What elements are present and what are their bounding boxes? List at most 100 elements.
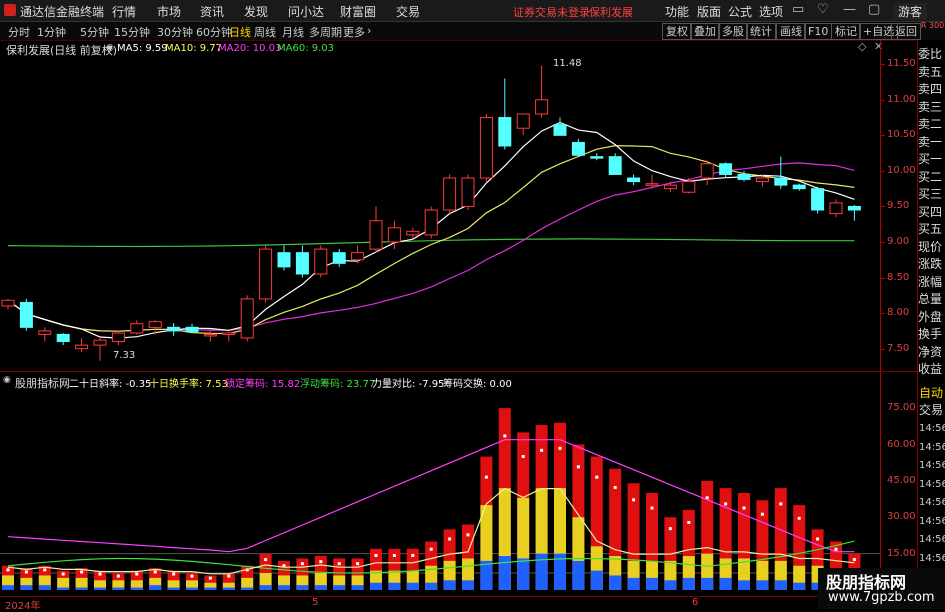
tool-draw[interactable]: 画线 bbox=[776, 23, 806, 40]
x-axis-june: 6 bbox=[692, 597, 699, 608]
candle-down bbox=[167, 326, 181, 332]
guest-label[interactable]: 游客 bbox=[893, 3, 928, 20]
indicator-bar-blue bbox=[57, 587, 70, 590]
period-60min[interactable]: 60分钟 bbox=[196, 24, 232, 40]
tool-overlay[interactable]: 叠加 bbox=[690, 23, 720, 40]
tool-back[interactable]: 返回 bbox=[891, 23, 921, 40]
menu-wealth[interactable]: 财富圈 bbox=[340, 3, 376, 20]
side-label: 涨幅 bbox=[918, 274, 943, 289]
side-label: 委比 bbox=[918, 47, 943, 61]
indicator-bar-blue bbox=[627, 577, 640, 590]
restore-icon[interactable]: ▭ bbox=[792, 2, 804, 17]
tool-multi-stock[interactable]: 多股 bbox=[718, 23, 748, 40]
side-label: 买一 bbox=[918, 152, 943, 166]
indicator-dot bbox=[153, 570, 157, 574]
candle-down bbox=[608, 156, 622, 175]
indicator-dot bbox=[392, 553, 396, 557]
side-label: 买二 bbox=[918, 169, 943, 184]
indicator-dot bbox=[6, 568, 10, 572]
indicator-dot bbox=[24, 570, 28, 574]
menu-market[interactable]: 市场 bbox=[157, 3, 181, 20]
candle-down bbox=[719, 163, 733, 175]
menu-quotes[interactable]: 行情 bbox=[112, 3, 136, 20]
period-daily[interactable]: 日线 bbox=[229, 24, 251, 40]
price-axis-tick: 8.00 bbox=[887, 307, 910, 319]
indicator-dot bbox=[356, 562, 360, 566]
candle-up bbox=[516, 113, 530, 129]
menu-bar: 通达信金融终端 行情 市场 资讯 发现 问小达 财富圈 交易 证券交易未登录 保… bbox=[0, 0, 945, 22]
menu-function[interactable]: 功能 bbox=[665, 3, 689, 20]
side-label: 买三 bbox=[918, 187, 943, 201]
period-multi[interactable]: 多周期 bbox=[309, 24, 342, 40]
period-monthly[interactable]: 月线 bbox=[282, 24, 304, 40]
price-axis-tick: 11.00 bbox=[887, 93, 916, 105]
stock-link[interactable]: 保利发展 bbox=[589, 4, 633, 20]
period-more[interactable]: 更多 bbox=[343, 24, 365, 40]
tool-mark[interactable]: 标记 bbox=[831, 23, 861, 40]
indicator-dot bbox=[503, 434, 507, 438]
login-warning[interactable]: 证券交易未登录 bbox=[513, 4, 590, 20]
indicator-bar-blue bbox=[701, 577, 714, 590]
candle-up bbox=[240, 298, 254, 339]
menu-options[interactable]: 选项 bbox=[759, 3, 783, 20]
candle-up bbox=[443, 177, 457, 211]
price-axis-tick: 11.50 bbox=[887, 58, 916, 70]
side-label: 收益 bbox=[918, 362, 943, 376]
indicator-bar-blue bbox=[351, 585, 364, 590]
candle-down bbox=[498, 117, 512, 147]
period-intraday[interactable]: 分时 bbox=[8, 24, 30, 40]
turnover-label: 十日换手率: 7.53 bbox=[149, 379, 228, 390]
candle-up bbox=[38, 330, 52, 335]
period-toolbar: 分时 1分钟 5分钟 15分钟 30分钟 60分钟 日线 周线 月线 多周期 更… bbox=[0, 21, 945, 41]
indicator-chart[interactable] bbox=[0, 390, 880, 596]
period-weekly[interactable]: 周线 bbox=[254, 24, 276, 40]
low-price-label: 7.33 bbox=[113, 350, 136, 361]
period-30min[interactable]: 30分钟 bbox=[157, 24, 193, 40]
period-1min[interactable]: 1分钟 bbox=[37, 24, 66, 40]
power-ratio-label: 力量对比: -7.95 bbox=[372, 379, 445, 390]
indicator-dot bbox=[448, 537, 452, 541]
candle-up bbox=[645, 183, 659, 186]
minimize-icon[interactable]: — bbox=[843, 2, 856, 17]
candle-up bbox=[148, 321, 162, 328]
side-label: 换手 bbox=[918, 327, 943, 341]
candle-up bbox=[663, 184, 677, 190]
price-chart[interactable] bbox=[0, 40, 880, 370]
chevron-right-icon[interactable]: › bbox=[367, 24, 371, 37]
watermark: 股朋指标网 www.7gpzb.com bbox=[818, 568, 945, 609]
indicator-dot bbox=[540, 448, 544, 452]
period-15min[interactable]: 15分钟 bbox=[114, 24, 150, 40]
favorite-icon[interactable]: ♡ bbox=[817, 2, 829, 17]
menu-trade[interactable]: 交易 bbox=[396, 3, 420, 20]
indicator-dot bbox=[116, 574, 120, 578]
tool-f10[interactable]: F10 bbox=[804, 23, 833, 40]
menu-discover[interactable]: 发现 bbox=[244, 3, 268, 20]
x-axis-year: 2024年 bbox=[5, 601, 41, 612]
trade-label[interactable]: 交易 bbox=[919, 401, 943, 418]
period-5min[interactable]: 5分钟 bbox=[80, 24, 109, 40]
menu-formula[interactable]: 公式 bbox=[728, 3, 752, 20]
indicator-axis-tick: 75.00 bbox=[887, 402, 916, 414]
gear-icon[interactable]: ◉ bbox=[3, 375, 11, 385]
candle-up bbox=[424, 209, 438, 236]
indicator-bar-blue bbox=[130, 587, 143, 590]
side-label: 现价 bbox=[918, 239, 943, 254]
menu-layout[interactable]: 版面 bbox=[697, 3, 721, 20]
side-time: 14:56 bbox=[919, 423, 945, 434]
indicator-dot bbox=[797, 516, 801, 520]
maximize-icon[interactable]: ▢ bbox=[868, 2, 880, 17]
auto-mode-label[interactable]: 自动 bbox=[919, 384, 943, 401]
tool-adjust[interactable]: 复权 bbox=[662, 23, 692, 40]
menu-ask[interactable]: 问小达 bbox=[288, 3, 324, 20]
indicator-dot bbox=[724, 502, 728, 506]
candle-up bbox=[829, 202, 843, 215]
price-axis-tick: 9.00 bbox=[887, 236, 910, 247]
tool-stats[interactable]: 统计 bbox=[746, 23, 776, 40]
candle-down bbox=[332, 252, 346, 264]
app-title: 通达信金融终端 bbox=[20, 5, 105, 19]
indicator-dot bbox=[374, 553, 378, 557]
menu-news[interactable]: 资讯 bbox=[200, 3, 224, 20]
indicator-dot bbox=[558, 446, 562, 450]
indicator-bar-blue bbox=[2, 585, 14, 590]
side-label: 买五 bbox=[918, 222, 943, 236]
